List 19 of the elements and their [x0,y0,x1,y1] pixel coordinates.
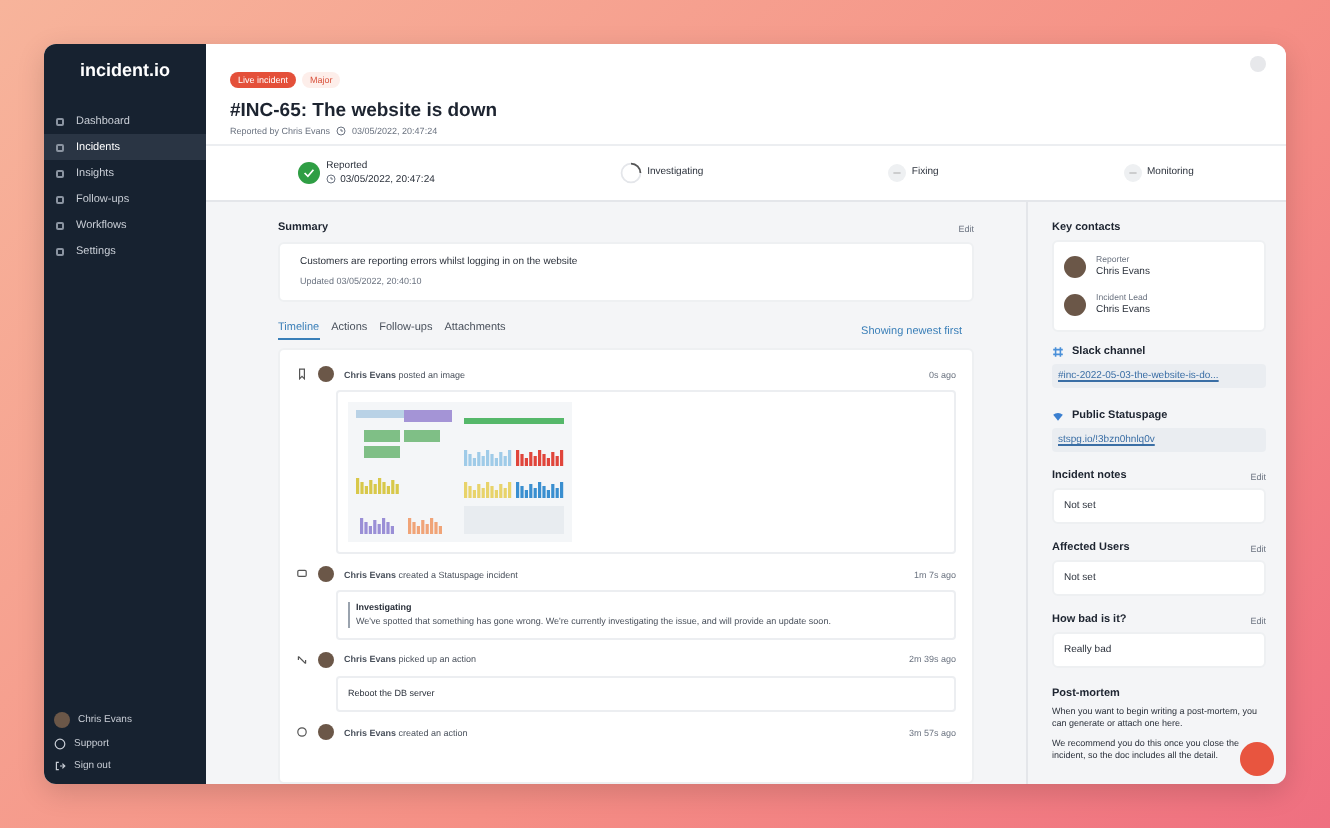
avatar [54,712,70,728]
brand-logo[interactable]: incident.io [44,60,206,108]
help-icon [54,738,66,750]
sign-out-icon [54,760,66,772]
incident-title: #INC-65: The website is down [230,100,500,122]
hash-icon [1052,346,1064,359]
chat-button[interactable] [1240,742,1274,776]
avatar [1064,256,1086,278]
avatar [318,566,334,583]
circle-plus-icon [296,726,308,739]
avatar [1064,294,1086,317]
bookmark-icon [296,368,308,381]
chat-icon [296,568,308,581]
avatar [318,366,334,383]
avatar [318,651,334,668]
wifi-icon [1052,410,1064,423]
avatar [318,724,334,741]
clock-icon [336,126,347,136]
clock-icon [326,174,337,185]
